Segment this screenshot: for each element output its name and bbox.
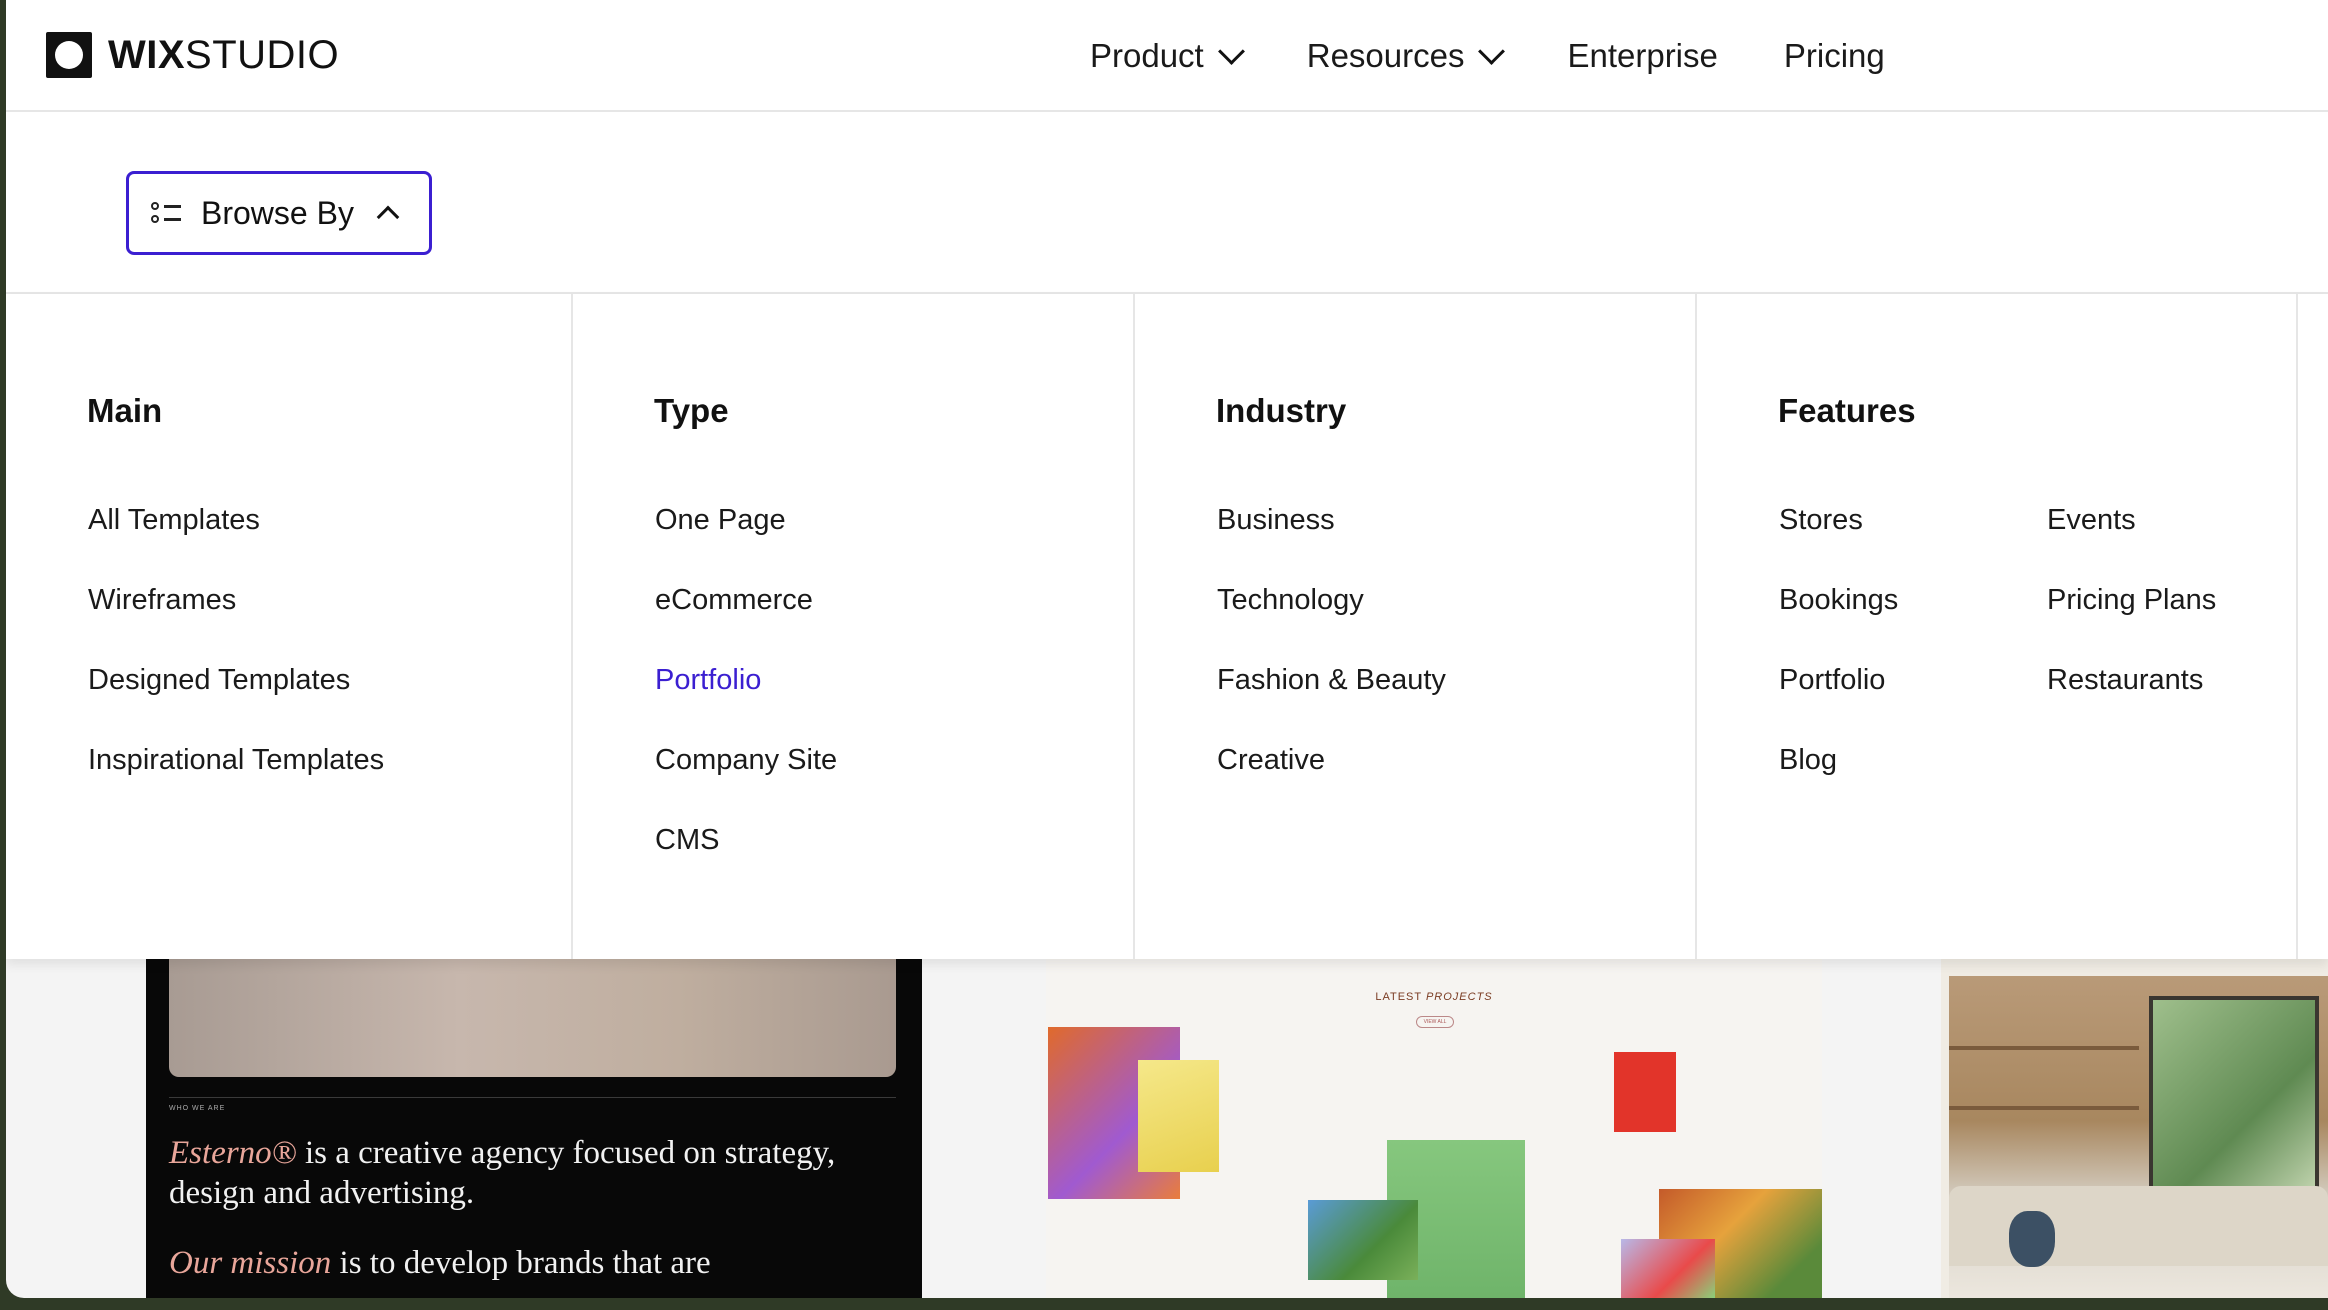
card-projects-heading: LATEST PROJECTS: [1375, 991, 1493, 1003]
menu-item-fashion-beauty[interactable]: Fashion & Beauty: [1217, 660, 1446, 740]
menu-column-type: Type One Page eCommerce Portfolio Compan…: [573, 294, 1135, 959]
wix-logo-icon: [46, 32, 92, 78]
browse-bar: Browse By: [6, 112, 2328, 294]
browse-mega-menu: Main All Templates Wireframes Designed T…: [6, 294, 2328, 959]
nav-item-enterprise[interactable]: Enterprise: [1567, 37, 1717, 75]
column-title-type: Type: [654, 392, 729, 429]
chevron-down-icon: [1217, 37, 1245, 65]
wix-studio-logo[interactable]: WIXSTUDIO: [46, 30, 339, 80]
top-navigation: WIXSTUDIO Product Resources Enterprise P…: [6, 0, 2328, 112]
nav-item-pricing[interactable]: Pricing: [1784, 37, 1885, 75]
menu-item-designed-templates[interactable]: Designed Templates: [88, 660, 384, 740]
menu-item-one-page[interactable]: One Page: [655, 500, 837, 580]
nav-item-resources[interactable]: Resources: [1307, 37, 1506, 75]
menu-item-company-site[interactable]: Company Site: [655, 740, 837, 820]
menu-item-bookings[interactable]: Bookings: [1779, 580, 1898, 660]
card-intro-text: Esterno® is a creative agency focused on…: [169, 1135, 836, 1211]
card-small-label: WHO WE ARE: [169, 1105, 226, 1112]
browse-by-label: Browse By: [201, 194, 354, 231]
menu-item-inspirational-templates[interactable]: Inspirational Templates: [88, 740, 384, 820]
card-mission-text: Our mission is to develop brands that ar…: [169, 1245, 711, 1281]
browser-window: WIXSTUDIO Product Resources Enterprise P…: [6, 0, 2328, 1298]
project-image: [1621, 1239, 1715, 1298]
project-image: [1614, 1052, 1676, 1132]
menu-item-ecommerce[interactable]: eCommerce: [655, 580, 837, 660]
menu-item-business[interactable]: Business: [1217, 500, 1446, 580]
menu-item-features-portfolio[interactable]: Portfolio: [1779, 660, 1898, 740]
nav-menu: Product Resources Enterprise Pricing: [1090, 0, 1951, 112]
menu-column-features: Features Stores Bookings Portfolio Blog …: [1697, 294, 2298, 959]
browse-by-button[interactable]: Browse By: [126, 171, 432, 255]
logo-text: WIXSTUDIO: [108, 32, 340, 77]
menu-column-industry: Industry Business Technology Fashion & B…: [1135, 294, 1697, 959]
template-card-projects[interactable]: LATEST PROJECTS VIEW ALL: [1046, 959, 1822, 1298]
menu-item-stores[interactable]: Stores: [1779, 500, 1898, 580]
column-title-main: Main: [87, 392, 163, 429]
template-card-esterno[interactable]: WHO WE ARE Esterno® is a creative agency…: [146, 959, 922, 1298]
menu-item-creative[interactable]: Creative: [1217, 740, 1446, 820]
menu-item-technology[interactable]: Technology: [1217, 580, 1446, 660]
column-title-industry: Industry: [1216, 392, 1347, 429]
interior-image: [1949, 976, 2328, 1298]
view-all-button: VIEW ALL: [1416, 1016, 1454, 1028]
template-card-interior[interactable]: [1941, 959, 2328, 1298]
project-image: [1308, 1200, 1418, 1280]
menu-item-cms[interactable]: CMS: [655, 820, 837, 900]
template-hero-image: [169, 959, 896, 1077]
chevron-up-icon: [376, 205, 400, 229]
nav-item-product[interactable]: Product: [1090, 37, 1245, 75]
menu-item-portfolio-active[interactable]: Portfolio: [655, 660, 837, 740]
column-title-features: Features: [1778, 392, 1916, 429]
project-image: [1138, 1060, 1219, 1172]
menu-column-main: Main All Templates Wireframes Designed T…: [6, 294, 573, 959]
menu-item-blog[interactable]: Blog: [1779, 740, 1898, 820]
chevron-down-icon: [1478, 37, 1506, 65]
menu-item-wireframes[interactable]: Wireframes: [88, 580, 384, 660]
menu-item-pricing-plans[interactable]: Pricing Plans: [2047, 580, 2216, 660]
menu-item-events[interactable]: Events: [2047, 500, 2216, 580]
menu-item-restaurants[interactable]: Restaurants: [2047, 660, 2216, 740]
menu-item-all-templates[interactable]: All Templates: [88, 500, 384, 580]
list-icon: [151, 202, 181, 224]
